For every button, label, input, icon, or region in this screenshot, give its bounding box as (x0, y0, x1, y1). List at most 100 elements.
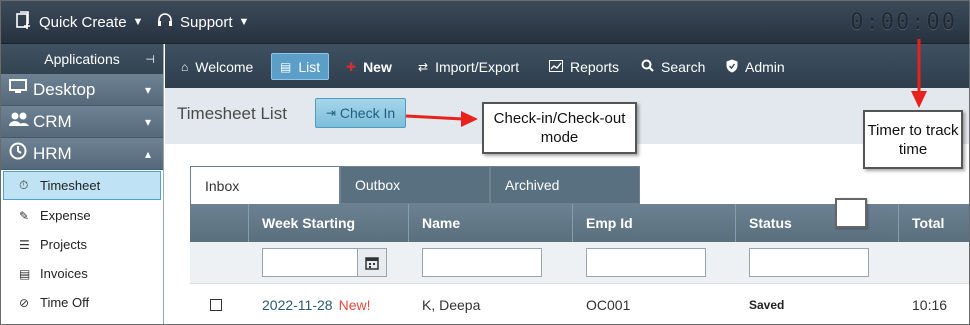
tab-strip: Inbox Outbox Archived (190, 166, 640, 204)
clock-icon (9, 142, 29, 165)
nav-label: Admin (745, 59, 785, 75)
status-value: Saved (749, 298, 785, 312)
name-filter-input[interactable] (422, 248, 542, 277)
timer-callout: Timer to track time (863, 110, 963, 169)
table-row[interactable]: 2022-11-28 New! K, Deepa OC001 Saved 10:… (190, 284, 969, 324)
pin-icon[interactable]: ⊣ (145, 53, 155, 66)
sidebar-header: Applications ⊣ (1, 44, 163, 74)
week-filter (249, 248, 409, 277)
chevron-down-icon: ▼ (132, 16, 144, 28)
select-column-header (190, 204, 249, 242)
week-date[interactable]: 2022-11-28 (262, 297, 333, 313)
tab-label: Inbox (205, 177, 240, 194)
status-cell: Saved (736, 298, 899, 312)
emp-id-cell: OC001 (586, 297, 631, 313)
quick-create-label: Quick Create (39, 13, 127, 31)
timer-display[interactable]: 0:00:00 (850, 10, 957, 35)
sidebar: Applications ⊣ Desktop ▾ CRM ▾ HRM ▴ ⏱ T… (1, 44, 164, 324)
week-cell: 2022-11-28 New! (249, 297, 409, 313)
nav-import-export[interactable]: ⇄ Import/Export (418, 56, 519, 78)
week-filter-input[interactable] (262, 248, 358, 277)
total-cell: 10:16 (912, 297, 948, 313)
new-icon: ✚ (346, 60, 357, 74)
nav-welcome[interactable]: ⌂ Welcome (181, 56, 253, 78)
list-doc-icon: ▤ (280, 59, 292, 74)
emp-id-filter (573, 248, 736, 277)
home-icon: ⌂ (181, 60, 189, 74)
sidebar-item-projects[interactable]: ☰ Projects (1, 230, 163, 259)
nav-new[interactable]: ✚ New (346, 56, 392, 78)
module-label: CRM (33, 111, 72, 131)
sidebar-item-timesheet[interactable]: ⏱ Timesheet (3, 171, 161, 200)
top-bar: Quick Create ▼ Support ▼ 0:00:00 (1, 1, 969, 44)
shield-icon (726, 59, 738, 76)
checkin-callout-text: Check-in/Check-out mode (493, 110, 626, 146)
add-document-icon (15, 11, 32, 33)
nav-search[interactable]: Search (641, 56, 705, 78)
row-checkbox[interactable] (210, 299, 222, 311)
column-header-total[interactable]: Total (899, 204, 969, 242)
sidebar-item-time-off[interactable]: ⊘ Time Off (1, 288, 163, 317)
nav-list[interactable]: ▤ List (271, 53, 330, 80)
column-header-week-starting[interactable]: Week Starting (249, 204, 409, 242)
column-header-emp-id[interactable]: Emp Id (573, 204, 736, 242)
name-filter (409, 248, 573, 277)
nav-label: Search (661, 59, 706, 75)
invoice-icon: ▤ (19, 266, 31, 281)
sidebar-item-invoices[interactable]: ▤ Invoices (1, 259, 163, 288)
swap-icon: ⇄ (418, 60, 429, 74)
nav-reports[interactable]: Reports (549, 56, 619, 78)
chevron-down-icon: ▾ (144, 114, 151, 129)
timer-callout-text: Timer to track time (867, 121, 959, 158)
money-icon: ✎ (19, 208, 30, 223)
status-filter-input[interactable] (749, 248, 869, 277)
nav-admin[interactable]: Admin (726, 56, 785, 78)
nav-label: Import/Export (435, 59, 520, 75)
row-select-cell (190, 299, 249, 311)
check-in-button[interactable]: ⇥ Check In (315, 98, 406, 128)
quick-create-menu[interactable]: Quick Create ▼ (15, 11, 144, 33)
headset-icon (157, 12, 173, 32)
nav-label: Welcome (195, 59, 254, 75)
sidebar-item-expense[interactable]: ✎ Expense (1, 201, 163, 230)
app-window: Quick Create ▼ Support ▼ 0:00:00 Applica… (0, 0, 970, 325)
column-header-name[interactable]: Name (409, 204, 573, 242)
module-nav-bar: ⌂ Welcome ▤ List ✚ New ⇄ Import/Export R… (165, 44, 969, 88)
sidebar-item-label: Projects (40, 237, 87, 252)
support-label: Support (180, 13, 233, 31)
search-icon (641, 59, 654, 75)
check-in-label: Check In (339, 105, 396, 121)
chart-icon (549, 59, 563, 75)
emp-id-filter-input[interactable] (586, 248, 706, 277)
column-header-status[interactable]: Status (736, 204, 899, 242)
tab-inbox[interactable]: Inbox (190, 166, 340, 204)
module-hrm[interactable]: HRM ▴ (1, 138, 163, 170)
module-label: HRM (33, 143, 72, 163)
checkin-callout: Check-in/Check-out mode (482, 102, 637, 154)
sidebar-item-label: Time Off (40, 295, 90, 310)
sidebar-item-label: Expense (40, 208, 91, 223)
new-badge: New! (338, 297, 371, 313)
annotation-box (835, 198, 867, 228)
name-cell: K, Deepa (422, 297, 481, 313)
sign-in-icon: ⇥ (325, 106, 336, 120)
people-icon (9, 111, 29, 132)
sidebar-item-label: Invoices (40, 266, 88, 281)
calendar-icon[interactable] (358, 248, 387, 277)
page-title: Timesheet List (177, 104, 287, 123)
time-off-icon: ⊘ (19, 295, 30, 310)
nav-label: New (363, 59, 392, 75)
stopwatch-icon: ⏱ (19, 178, 29, 192)
tab-label: Archived (505, 177, 560, 193)
tab-label: Outbox (355, 177, 401, 193)
support-menu[interactable]: Support ▼ (157, 12, 249, 32)
tab-archived[interactable]: Archived (490, 166, 640, 204)
list-icon: ☰ (19, 237, 30, 252)
tab-outbox[interactable]: Outbox (340, 166, 490, 204)
chevron-down-icon: ▾ (144, 82, 151, 97)
module-crm[interactable]: CRM ▾ (1, 106, 163, 138)
module-label: Desktop (33, 79, 96, 99)
status-filter (736, 248, 899, 277)
sidebar-header-label: Applications (44, 51, 120, 67)
module-desktop[interactable]: Desktop ▾ (1, 74, 163, 106)
